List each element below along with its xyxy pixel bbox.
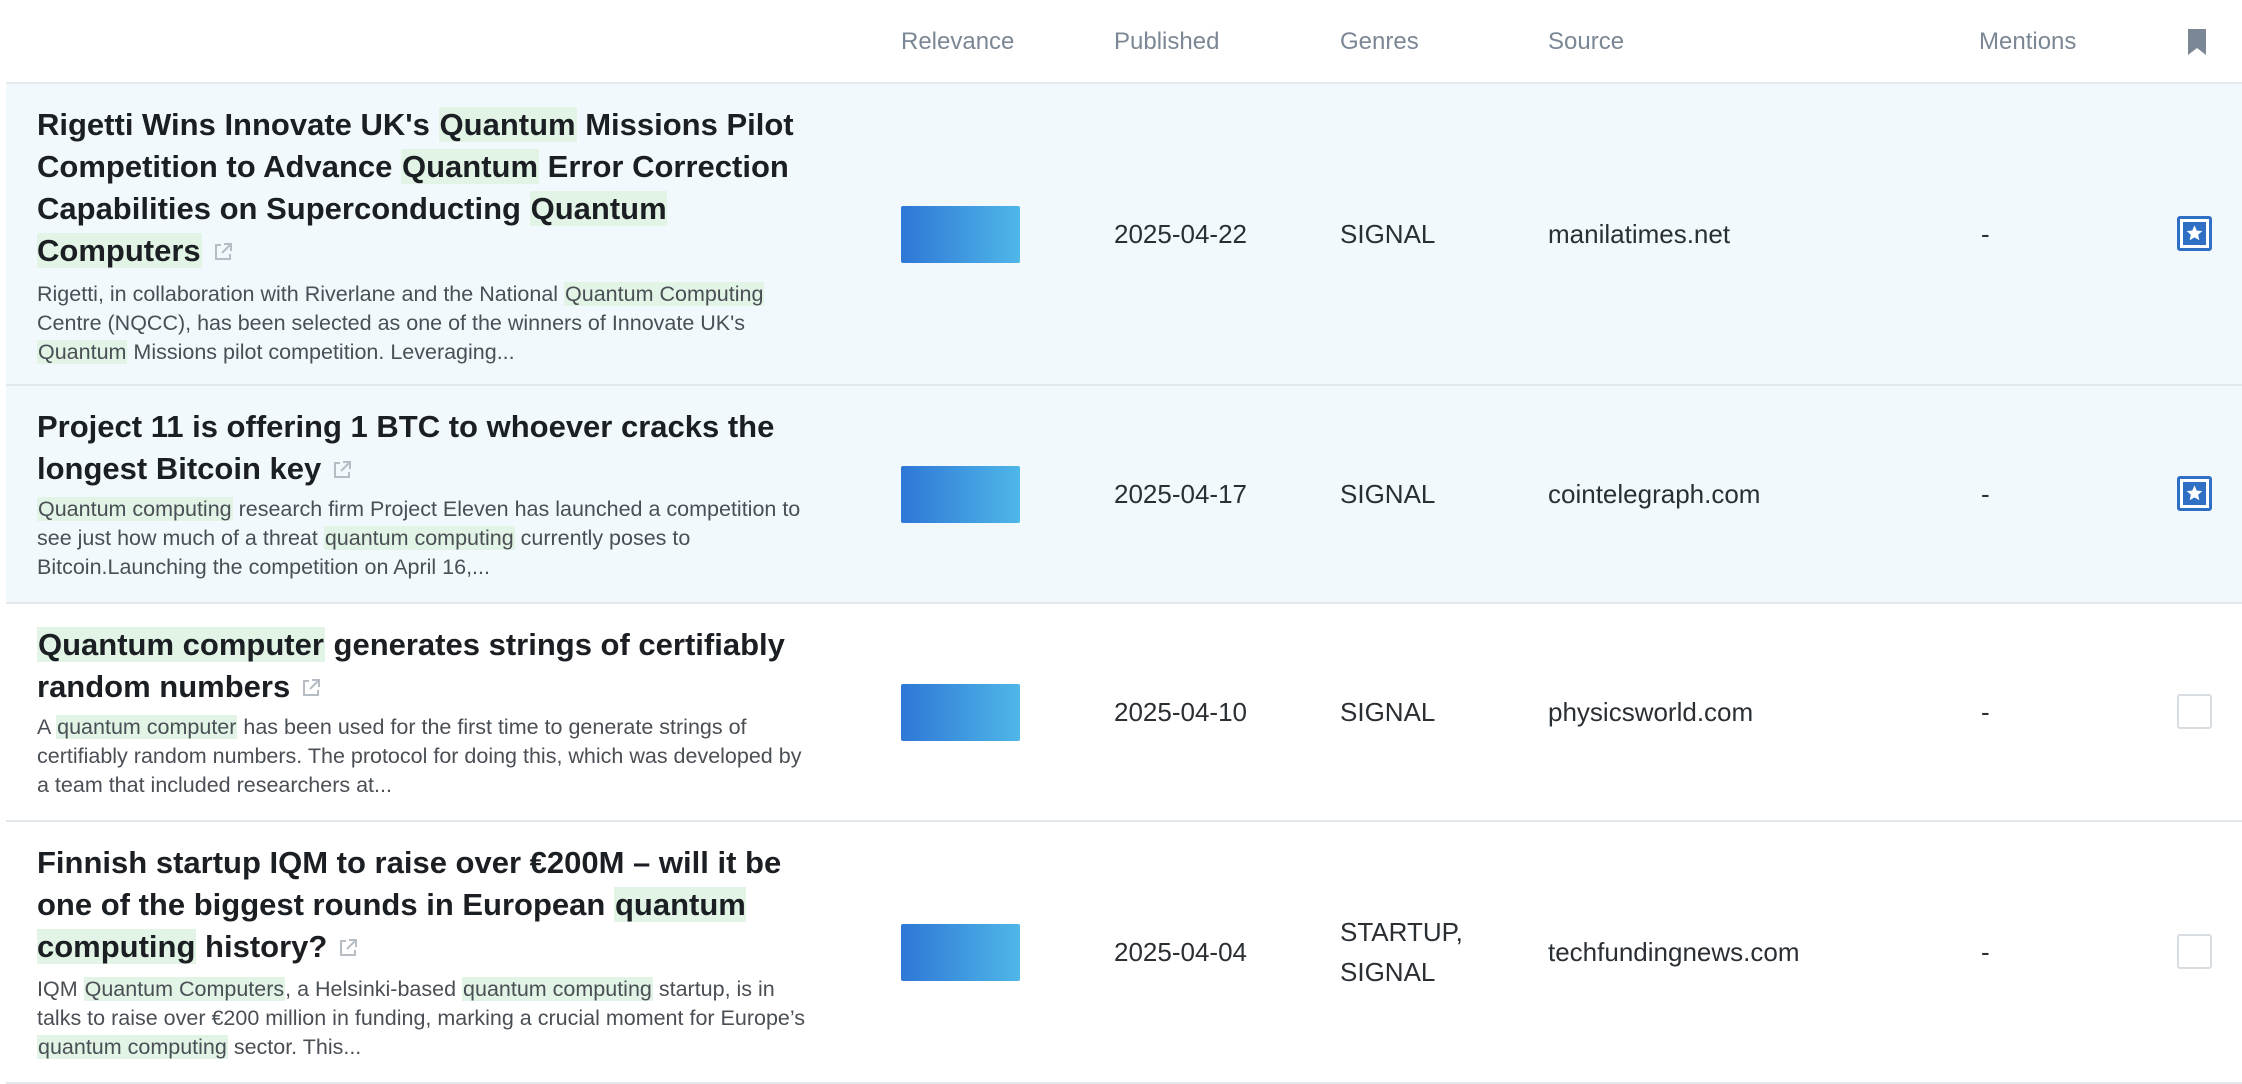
- published-date: 2025-04-17: [1114, 479, 1247, 509]
- source-cell: manilatimes.net: [1548, 219, 1731, 249]
- relevance-column-header[interactable]: Relevance: [901, 28, 1014, 56]
- source-cell: techfundingnews.com: [1548, 937, 1800, 967]
- source-column-header[interactable]: Source: [1548, 28, 1624, 56]
- table-row[interactable]: Finnish startup IQM to raise over €200M …: [6, 822, 2242, 1084]
- text-segment: Rigetti, in collaboration with Riverlane…: [37, 282, 565, 306]
- text-segment: Centre (NQCC), has been selected as one …: [37, 311, 745, 335]
- genres-column-header[interactable]: Genres: [1340, 28, 1419, 56]
- relevance-bar: [901, 466, 1020, 523]
- keyword-highlight: Quantum computing: [37, 497, 233, 521]
- text-segment: history?: [196, 929, 328, 964]
- mentions-cell: -: [1981, 479, 1990, 509]
- keyword-highlight: Quantum: [438, 107, 577, 142]
- keyword-highlight: quantum computer: [56, 715, 238, 739]
- external-link-icon[interactable]: [337, 928, 359, 956]
- keyword-highlight: Quantum: [37, 340, 128, 364]
- external-link-icon[interactable]: [212, 232, 234, 260]
- article-snippet: A quantum computer has been used for the…: [37, 713, 817, 800]
- text-segment: , a Helsinki-based: [285, 977, 463, 1001]
- keyword-highlight: quantum computing: [462, 977, 653, 1001]
- keyword-highlight: Quantum Computing: [564, 282, 765, 306]
- article-snippet: IQM Quantum Computers, a Helsinki-based …: [37, 975, 817, 1062]
- published-date: 2025-04-22: [1114, 219, 1247, 249]
- external-link-icon[interactable]: [331, 450, 353, 478]
- text-segment: Project 11 is offering 1 BTC to whoever …: [37, 409, 775, 486]
- article-title[interactable]: Quantum computer generates strings of ce…: [37, 624, 817, 708]
- table-row[interactable]: Project 11 is offering 1 BTC to whoever …: [6, 386, 2242, 604]
- published-column-header[interactable]: Published: [1114, 28, 1219, 56]
- keyword-highlight: Quantum computer: [37, 627, 325, 662]
- table-header: Relevance Published Genres Source Mentio…: [6, 0, 2242, 84]
- text-segment: A: [37, 715, 57, 739]
- bookmark-checkbox[interactable]: [2177, 216, 2212, 251]
- source-cell: cointelegraph.com: [1548, 479, 1761, 509]
- article-snippet: Quantum computing research firm Project …: [37, 495, 817, 582]
- published-date: 2025-04-10: [1114, 697, 1247, 727]
- bookmark-checkbox[interactable]: [2177, 476, 2212, 511]
- keyword-highlight: Quantum: [400, 149, 540, 184]
- keyword-highlight: Quantum Computers: [83, 977, 286, 1001]
- text-segment: IQM: [37, 977, 84, 1001]
- article-snippet: Rigetti, in collaboration with Riverlane…: [37, 280, 817, 367]
- article-title[interactable]: Rigetti Wins Innovate UK's Quantum Missi…: [37, 104, 817, 272]
- genres-cell: SIGNAL: [1340, 219, 1436, 249]
- table-row[interactable]: Rigetti Wins Innovate UK's Quantum Missi…: [6, 84, 2242, 386]
- keyword-highlight: quantum computing: [323, 526, 515, 550]
- source-cell: physicsworld.com: [1548, 697, 1754, 727]
- article-title[interactable]: Project 11 is offering 1 BTC to whoever …: [37, 406, 817, 490]
- bookmark-checkbox[interactable]: [2177, 694, 2212, 729]
- mentions-cell: -: [1981, 219, 1990, 249]
- relevance-bar: [901, 206, 1020, 263]
- keyword-highlight: quantum computing: [37, 1035, 228, 1059]
- genres-cell: SIGNAL: [1340, 479, 1436, 509]
- published-date: 2025-04-04: [1114, 937, 1247, 967]
- article-title[interactable]: Finnish startup IQM to raise over €200M …: [37, 842, 817, 968]
- external-link-icon[interactable]: [300, 668, 322, 696]
- mentions-cell: -: [1981, 937, 1990, 967]
- text-segment: sector. This...: [227, 1035, 362, 1059]
- relevance-bar: [901, 924, 1020, 981]
- bookmark-checkbox[interactable]: [2177, 934, 2212, 969]
- relevance-bar: [901, 684, 1020, 741]
- genres-cell: SIGNAL: [1340, 697, 1436, 727]
- mentions-cell: -: [1981, 697, 1990, 727]
- genres-cell: STARTUP, SIGNAL: [1340, 917, 1463, 987]
- text-segment: Missions pilot competition. Leveraging..…: [127, 340, 515, 364]
- articles-table: Relevance Published Genres Source Mentio…: [6, 0, 2242, 1084]
- text-segment: Rigetti Wins Innovate UK's: [37, 107, 439, 142]
- table-row[interactable]: Quantum computer generates strings of ce…: [6, 604, 2242, 822]
- mentions-column-header[interactable]: Mentions: [1979, 28, 2076, 56]
- bookmark-icon[interactable]: [2186, 28, 2208, 56]
